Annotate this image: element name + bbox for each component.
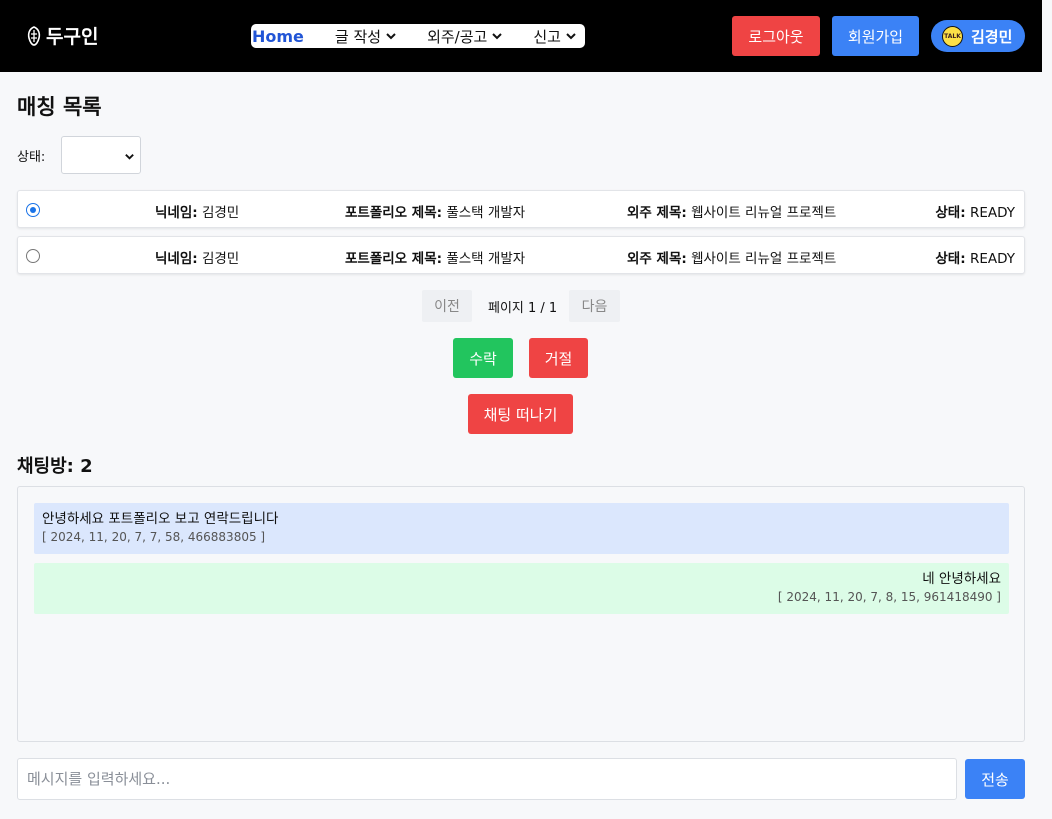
- outsourcing-title-label: 외주 제목:: [627, 205, 687, 221]
- outsourcing-title-cell: 외주 제목: 웹사이트 리뉴얼 프로젝트: [627, 201, 836, 221]
- leave-chat-button[interactable]: 채팅 떠나기: [468, 394, 573, 434]
- logo-icon: [27, 25, 41, 46]
- page-indicator: 페이지 1 / 1: [488, 301, 558, 316]
- nickname-cell: 닉네임: 김경민: [155, 247, 239, 267]
- portfolio-title-cell: 포트폴리오 제목: 풀스택 개발자: [345, 201, 525, 221]
- top-navbar: 두구인 Home 글 작성 외주/공고 신고 로그아웃 회원가입 TALK 김경…: [0, 0, 1042, 72]
- outsourcing-title-value: 웹사이트 리뉴얼 프로젝트: [691, 251, 837, 267]
- message-text: 네 안녕하세요: [922, 571, 1001, 587]
- nav-report-label: 신고: [533, 27, 561, 46]
- user-profile-button[interactable]: TALK 김경민: [931, 20, 1025, 52]
- message-text: 안녕하세요 포트폴리오 보고 연락드립니다: [42, 511, 279, 527]
- page-title: 매칭 목록: [17, 95, 102, 119]
- chevron-down-icon: [566, 33, 576, 40]
- nickname-label: 닉네임:: [155, 251, 198, 267]
- nav-outsourcing-dropdown[interactable]: 외주/공고: [427, 26, 503, 47]
- portfolio-title-value: 풀스택 개발자: [446, 205, 526, 221]
- kakaotalk-icon: TALK: [942, 25, 963, 47]
- chat-message-list[interactable]: 안녕하세요 포트폴리오 보고 연락드립니다 [ 2024, 11, 20, 7,…: [17, 486, 1025, 742]
- chevron-down-icon: [386, 33, 396, 40]
- accept-button[interactable]: 수락: [453, 338, 513, 378]
- chat-room-title: 채팅방: 2: [17, 456, 93, 477]
- match-row[interactable]: 닉네임: 김경민 포트폴리오 제목: 풀스택 개발자 외주 제목: 웹사이트 리…: [17, 190, 1025, 228]
- prev-page-button[interactable]: 이전: [422, 290, 472, 322]
- match-radio[interactable]: [26, 203, 40, 217]
- nickname-label: 닉네임:: [155, 205, 198, 221]
- next-page-button[interactable]: 다음: [569, 290, 620, 322]
- nickname-value: 김경민: [201, 251, 240, 267]
- match-radio[interactable]: [26, 249, 40, 263]
- status-value: READY: [969, 251, 1015, 267]
- status-filter-label: 상태:: [17, 150, 46, 165]
- nav-home-link[interactable]: Home: [252, 27, 304, 46]
- status-cell: 상태: READY: [935, 247, 1015, 267]
- nav-report-dropdown[interactable]: 신고: [533, 26, 577, 47]
- message-timestamp: [ 2024, 11, 20, 7, 8, 15, 961418490 ]: [777, 590, 1001, 604]
- nav-write-label: 글 작성: [334, 27, 382, 46]
- site-logo[interactable]: 두구인: [26, 22, 98, 49]
- send-button[interactable]: 전송: [965, 759, 1025, 799]
- chevron-down-icon: [125, 154, 134, 160]
- status-cell: 상태: READY: [935, 201, 1015, 221]
- match-row[interactable]: 닉네임: 김경민 포트폴리오 제목: 풀스택 개발자 외주 제목: 웹사이트 리…: [17, 236, 1025, 274]
- portfolio-title-value: 풀스택 개발자: [446, 251, 526, 267]
- nav-write-dropdown[interactable]: 글 작성: [335, 26, 397, 47]
- reject-button[interactable]: 거절: [529, 338, 588, 378]
- status-value: READY: [969, 205, 1015, 221]
- outsourcing-title-cell: 외주 제목: 웹사이트 리뉴얼 프로젝트: [627, 247, 836, 267]
- status-filter-select[interactable]: [61, 136, 141, 174]
- user-name: 김경민: [971, 27, 1013, 46]
- chat-message-sent: 네 안녕하세요 [ 2024, 11, 20, 7, 8, 15, 961418…: [34, 563, 1009, 614]
- logout-button[interactable]: 로그아웃: [732, 16, 820, 56]
- chat-message-received: 안녕하세요 포트폴리오 보고 연락드립니다 [ 2024, 11, 20, 7,…: [34, 503, 1009, 554]
- portfolio-title-label: 포트폴리오 제목:: [345, 251, 443, 267]
- outsourcing-title-value: 웹사이트 리뉴얼 프로젝트: [691, 205, 837, 221]
- portfolio-title-cell: 포트폴리오 제목: 풀스택 개발자: [345, 247, 525, 267]
- nickname-cell: 닉네임: 김경민: [155, 201, 239, 221]
- message-timestamp: [ 2024, 11, 20, 7, 7, 58, 466883805 ]: [42, 530, 266, 544]
- portfolio-title-label: 포트폴리오 제목:: [345, 205, 443, 221]
- nav-outsourcing-label: 외주/공고: [427, 27, 488, 46]
- nickname-value: 김경민: [201, 205, 240, 221]
- chevron-down-icon: [492, 33, 503, 40]
- status-label: 상태:: [935, 251, 966, 267]
- message-input[interactable]: [17, 758, 957, 800]
- outsourcing-title-label: 외주 제목:: [627, 251, 687, 267]
- status-label: 상태:: [935, 205, 966, 221]
- main-nav: Home 글 작성 외주/공고 신고: [251, 24, 585, 48]
- logo-text: 두구인: [46, 26, 99, 48]
- signup-button[interactable]: 회원가입: [832, 16, 919, 56]
